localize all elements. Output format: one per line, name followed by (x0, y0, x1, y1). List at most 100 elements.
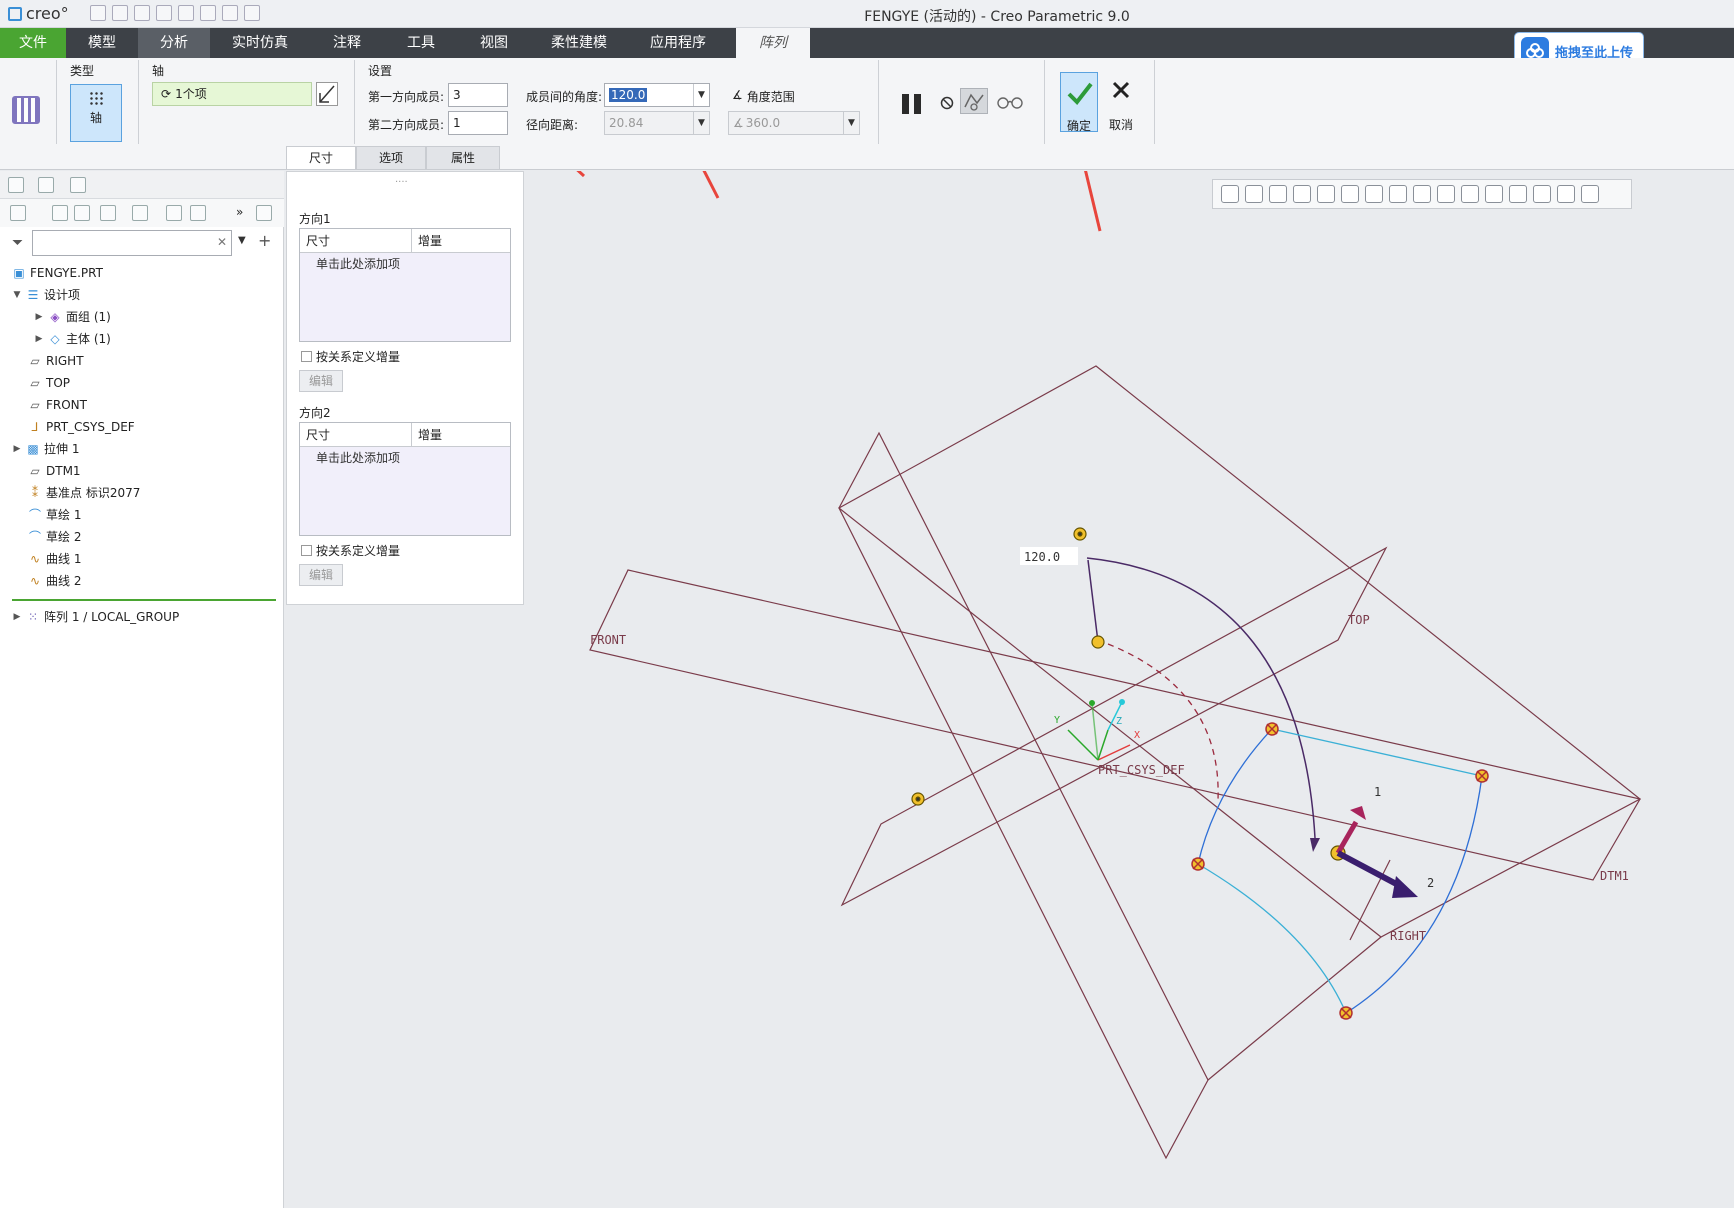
verify-mode-icon[interactable] (960, 88, 988, 114)
axis-collector[interactable]: ⟳ 1个项 (152, 82, 312, 106)
chevron-right-icon[interactable]: ▶ (34, 329, 44, 349)
flip-direction-icon[interactable] (316, 82, 338, 106)
more-icon[interactable] (1581, 185, 1599, 203)
tree-settings-icon[interactable] (52, 205, 68, 221)
perspective-icon[interactable] (1389, 185, 1407, 203)
angle-dimension-text[interactable]: 120.0 (1024, 550, 1060, 564)
plane-front-label[interactable]: FRONT (590, 633, 626, 647)
tree-item-front[interactable]: ▱ FRONT (28, 395, 87, 415)
tree-item-design-items[interactable]: ▼ ☰ 设计项 (12, 285, 80, 305)
chevron-down-icon[interactable]: ▼ (693, 84, 709, 106)
highlight-icon[interactable] (132, 205, 148, 221)
col-dimension: 尺寸 (300, 423, 412, 446)
glasses-preview-icon[interactable] (996, 92, 1024, 113)
datum-plane-outline (837, 365, 1642, 938)
add-icon[interactable]: + (258, 231, 271, 250)
second-dir-input[interactable]: 1 (448, 111, 508, 135)
tree-search-input[interactable]: ✕ (32, 230, 232, 256)
direction-2-table[interactable]: 尺寸 增量 单击此处添加项 (299, 422, 511, 536)
add-item-hint[interactable]: 单击此处添加项 (300, 447, 510, 468)
zoom-in-icon[interactable] (1245, 185, 1263, 203)
tree-item-datum-point[interactable]: ⁑ 基准点 标识2077 (28, 483, 140, 503)
angle-range-toggle[interactable]: ∡ 角度范围 (732, 88, 795, 105)
column-icon[interactable] (100, 205, 116, 221)
chevron-right-icon[interactable]: ▶ (12, 607, 22, 627)
csys-display-icon[interactable] (1485, 185, 1503, 203)
tree-item-curve-1[interactable]: ∿ 曲线 1 (28, 549, 81, 569)
insert-here-line[interactable] (12, 599, 276, 601)
refit-icon[interactable] (1221, 185, 1239, 203)
show-icon[interactable] (10, 205, 26, 221)
direction-1-table[interactable]: 尺寸 增量 单击此处添加项 (299, 228, 511, 342)
subtab-options[interactable]: 选项 (356, 146, 426, 169)
zoom-out-icon[interactable] (1269, 185, 1287, 203)
favorites-icon[interactable] (70, 177, 86, 193)
spin-center-icon[interactable] (1533, 185, 1551, 203)
chevron-right-icon[interactable]: ▶ (12, 439, 22, 459)
ok-button[interactable]: 确定 (1060, 72, 1098, 133)
annotation-display-icon[interactable] (1509, 185, 1527, 203)
model-tree-tab-icon[interactable] (8, 177, 24, 193)
panel-grip[interactable]: .... (395, 174, 408, 185)
subtab-dimensions[interactable]: 尺寸 (286, 146, 356, 169)
datum-plane-outline (1096, 366, 1208, 1080)
chevron-right-icon[interactable]: ▶ (34, 307, 44, 327)
tree-item-right[interactable]: ▱ RIGHT (28, 351, 83, 371)
tree-item-pattern[interactable]: ▶ ⁙ 阵列 1 / LOCAL_GROUP (12, 607, 180, 627)
csys-label[interactable]: PRT_CSYS_DEF (1098, 763, 1185, 777)
tab-pattern[interactable]: 阵列 (736, 28, 810, 58)
tab-annotate[interactable]: 注释 (310, 28, 384, 58)
angle-between-input[interactable]: 120.0 ▼ (604, 83, 710, 107)
plane-display-icon[interactable] (1437, 185, 1455, 203)
sort-icon[interactable] (166, 205, 182, 221)
section-icon[interactable] (1413, 185, 1431, 203)
pause-animation-icon[interactable] (1557, 185, 1575, 203)
folder-browser-icon[interactable] (38, 177, 54, 193)
direction-1-relation-checkbox[interactable]: 按关系定义增量 (301, 348, 400, 365)
more-icon[interactable]: » (236, 205, 243, 219)
no-preview-icon[interactable] (940, 96, 954, 113)
tree-item-sketch-1[interactable]: ⌒ 草绘 1 (28, 505, 81, 525)
tree-item-dtm1[interactable]: ▱ DTM1 (28, 461, 80, 481)
repaint-icon[interactable] (1293, 185, 1311, 203)
detail-icon[interactable] (256, 205, 272, 221)
tab-model[interactable]: 模型 (66, 28, 138, 58)
plane-top-label[interactable]: TOP (1348, 613, 1370, 627)
subtab-properties[interactable]: 属性 (426, 146, 500, 169)
tab-applications[interactable]: 应用程序 (628, 28, 728, 58)
cancel-button[interactable]: 取消 (1102, 72, 1140, 132)
view-manager-icon[interactable] (1365, 185, 1383, 203)
display-style-icon[interactable] (1317, 185, 1335, 203)
angle-between-label: 成员间的角度: (526, 90, 603, 104)
add-item-hint[interactable]: 单击此处添加项 (300, 253, 510, 274)
plane-right-label[interactable]: RIGHT (1390, 929, 1426, 943)
layer-icon[interactable] (190, 205, 206, 221)
tab-analysis[interactable]: 分析 (138, 28, 210, 58)
tree-filter-icon[interactable] (74, 205, 90, 221)
first-dir-input[interactable]: 3 (448, 83, 508, 107)
tree-item-curve-2[interactable]: ∿ 曲线 2 (28, 571, 81, 591)
tree-item-part[interactable]: ▣ FENGYE.PRT (12, 263, 103, 283)
plane-dtm1-label[interactable]: DTM1 (1600, 869, 1629, 883)
chevron-down-icon[interactable]: ▼ (238, 235, 246, 246)
tab-simulation[interactable]: 实时仿真 (210, 28, 310, 58)
tab-tools[interactable]: 工具 (384, 28, 458, 58)
tree-item-quilt[interactable]: ▶ ◈ 面组 (1) (34, 307, 111, 327)
pause-icon[interactable] (900, 92, 924, 119)
tab-view[interactable]: 视图 (458, 28, 530, 58)
point-display-icon[interactable] (1461, 185, 1479, 203)
tab-file[interactable]: 文件 (0, 28, 66, 58)
settings-group-label: 设置 (368, 64, 393, 78)
tree-item-extrude[interactable]: ▶ ▩ 拉伸 1 (12, 439, 80, 459)
tree-item-sketch-2[interactable]: ⌒ 草绘 2 (28, 527, 81, 547)
tree-item-csys[interactable]: ⅃ PRT_CSYS_DEF (28, 417, 135, 437)
tab-flexible-modeling[interactable]: 柔性建模 (530, 28, 628, 58)
direction-2-relation-checkbox[interactable]: 按关系定义增量 (301, 542, 400, 559)
tree-item-top[interactable]: ▱ TOP (28, 373, 70, 393)
saved-orientations-icon[interactable] (1341, 185, 1359, 203)
type-axis-button[interactable]: 轴 (70, 84, 122, 142)
clear-icon[interactable]: ✕ (217, 235, 227, 249)
chevron-down-icon[interactable]: ▼ (12, 285, 22, 305)
close-icon (1112, 81, 1130, 99)
tree-item-body[interactable]: ▶ ◇ 主体 (1) (34, 329, 111, 349)
